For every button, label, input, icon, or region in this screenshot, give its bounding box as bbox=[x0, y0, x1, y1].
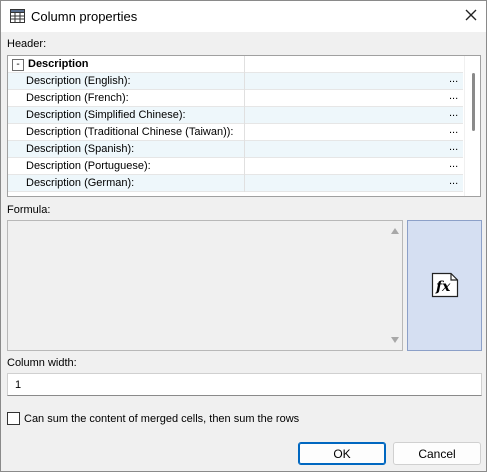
grid-row-label: Description (Spanish): bbox=[26, 143, 135, 155]
scroll-down-arrow-icon[interactable] bbox=[391, 337, 399, 343]
grid-group-row[interactable]: - Description bbox=[8, 56, 463, 73]
grid-column-divider bbox=[244, 90, 245, 107]
header-property-grid[interactable]: - Description Description (English): ...… bbox=[7, 55, 481, 197]
header-label: Header: bbox=[7, 38, 47, 50]
formula-scrollbar[interactable] bbox=[388, 221, 402, 350]
grid-row-label: Description (English): bbox=[26, 75, 131, 87]
close-button[interactable] bbox=[456, 3, 486, 29]
grid-row-ellipsis-button[interactable]: ... bbox=[449, 73, 458, 85]
grid-row-ellipsis-button[interactable]: ... bbox=[449, 158, 458, 170]
grid-scrollbar[interactable] bbox=[464, 56, 480, 196]
grid-row-ellipsis-button[interactable]: ... bbox=[449, 124, 458, 136]
grid-column-divider bbox=[244, 107, 245, 124]
scroll-up-arrow-icon[interactable] bbox=[391, 228, 399, 234]
grid-column-divider bbox=[244, 175, 245, 192]
grid-row-label: Description (Portuguese): bbox=[26, 160, 151, 172]
grid-column-divider bbox=[244, 141, 245, 158]
grid-column-divider bbox=[244, 158, 245, 175]
grid-row-label: Description (French): bbox=[26, 92, 129, 104]
column-width-input[interactable] bbox=[7, 373, 482, 396]
grid-scrollbar-thumb[interactable] bbox=[472, 73, 475, 131]
formula-textarea[interactable] bbox=[7, 220, 403, 351]
cancel-button[interactable]: Cancel bbox=[393, 442, 481, 465]
column-properties-dialog: Column properties Header: - Description … bbox=[0, 0, 487, 472]
grid-row-label: Description (German): bbox=[26, 177, 135, 189]
grid-group-name: Description bbox=[28, 58, 89, 70]
grid-row[interactable]: Description (Spanish): ... bbox=[8, 141, 463, 158]
grid-row[interactable]: Description (Simplified Chinese): ... bbox=[8, 107, 463, 124]
grid-column-divider bbox=[244, 73, 245, 90]
collapse-toggle[interactable]: - bbox=[12, 59, 24, 71]
formula-label: Formula: bbox=[7, 204, 51, 216]
grid-row-label: Description (Traditional Chinese (Taiwan… bbox=[26, 126, 234, 138]
formula-editor-button[interactable]: fx bbox=[407, 220, 482, 351]
grid-row-ellipsis-button[interactable]: ... bbox=[449, 141, 458, 153]
table-window-icon bbox=[10, 9, 25, 23]
grid-row-ellipsis-button[interactable]: ... bbox=[449, 175, 458, 187]
column-width-label: Column width: bbox=[7, 357, 77, 369]
grid-row[interactable]: Description (Portuguese): ... bbox=[8, 158, 463, 175]
grid-row-ellipsis-button[interactable]: ... bbox=[449, 107, 458, 119]
function-fx-icon: fx bbox=[431, 272, 459, 301]
merge-sum-label: Can sum the content of merged cells, the… bbox=[24, 413, 300, 425]
grid-row[interactable]: Description (Traditional Chinese (Taiwan… bbox=[8, 124, 463, 141]
grid-row[interactable]: Description (French): ... bbox=[8, 90, 463, 107]
grid-column-divider bbox=[244, 56, 245, 73]
title-bar: Column properties bbox=[1, 1, 486, 32]
grid-row-label: Description (Simplified Chinese): bbox=[26, 109, 186, 121]
grid-row-ellipsis-button[interactable]: ... bbox=[449, 90, 458, 102]
grid-row[interactable]: Description (English): ... bbox=[8, 73, 463, 90]
window-title: Column properties bbox=[31, 9, 138, 24]
grid-row[interactable]: Description (German): ... bbox=[8, 175, 463, 192]
grid-column-divider bbox=[244, 124, 245, 141]
ok-button[interactable]: OK bbox=[298, 442, 386, 465]
merge-sum-checkbox[interactable] bbox=[7, 412, 20, 425]
svg-text:fx: fx bbox=[435, 279, 451, 295]
close-icon bbox=[465, 9, 477, 24]
